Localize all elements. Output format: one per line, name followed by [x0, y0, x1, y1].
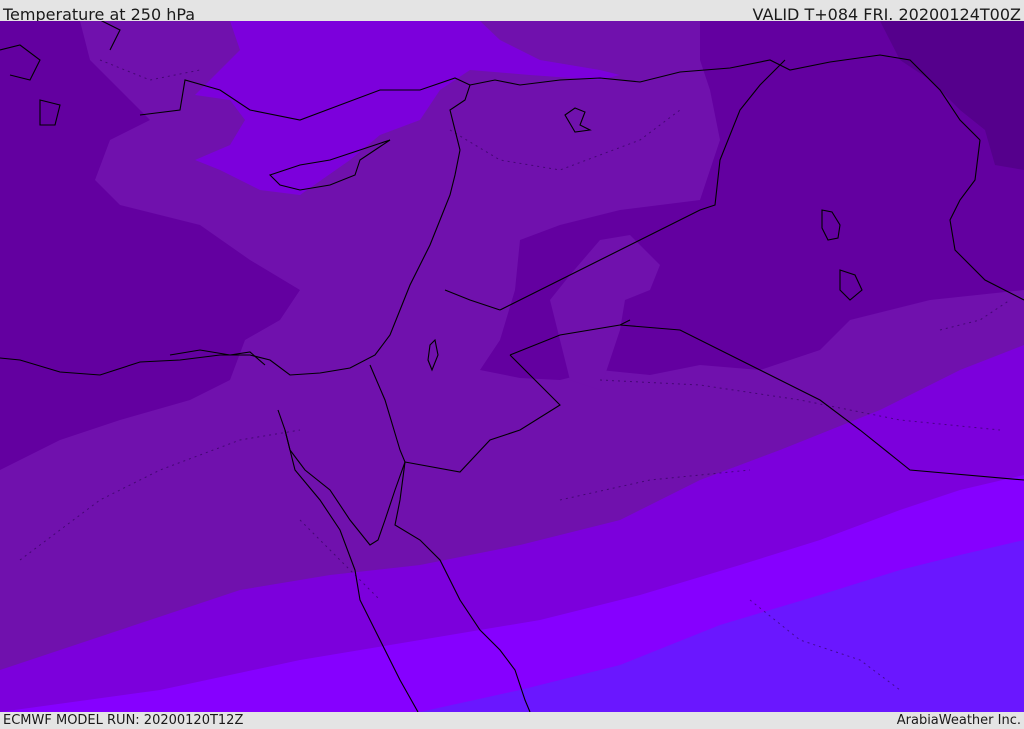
map-canvas — [0, 21, 1024, 712]
map-header: Temperature at 250 hPa VALID T+084 FRI. … — [0, 0, 1024, 23]
temperature-map — [0, 21, 1024, 712]
model-run-label: ECMWF MODEL RUN: 20200120T12Z — [3, 713, 244, 728]
map-footer: ECMWF MODEL RUN: 20200120T12Z ArabiaWeat… — [0, 712, 1024, 729]
credit-label: ArabiaWeather Inc. — [896, 713, 1021, 728]
